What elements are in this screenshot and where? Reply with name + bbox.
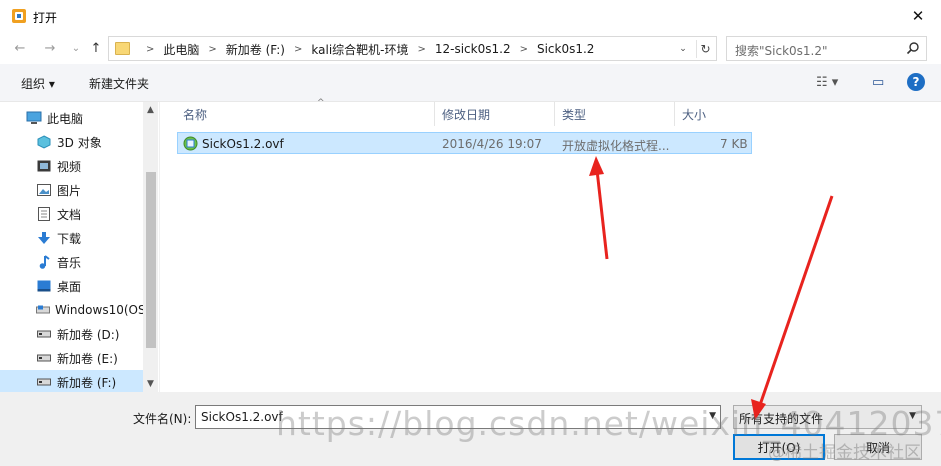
sidebar-item-label: 新加卷 (E:) [57, 351, 118, 366]
breadcrumb-separator: > [146, 43, 155, 55]
sidebar-item-downloads[interactable]: 下载 [0, 226, 143, 250]
breadcrumb-separator: > [417, 43, 426, 55]
sidebar-item-label: 3D 对象 [57, 135, 102, 150]
documents-icon [36, 206, 52, 222]
sidebar-item-documents[interactable]: 文档 [0, 202, 143, 226]
breadcrumb-sick0s-folder[interactable]: 12-sick0s1.2 [435, 42, 511, 56]
file-type: 开放虚拟化格式程... [562, 139, 670, 153]
breadcrumb-current[interactable]: Sick0s1.2 [537, 42, 594, 56]
sidebar-item-label: 下载 [57, 231, 82, 246]
title-bar: 打开 ✕ [0, 0, 941, 32]
recent-locations-button[interactable]: ⌄ [66, 39, 86, 57]
close-button[interactable]: ✕ [895, 0, 941, 32]
view-options-icon[interactable]: ☷ ▾ [816, 75, 838, 90]
help-icon[interactable]: ? [907, 73, 925, 91]
table-row[interactable]: SickOs1.2.ovf 2016/4/26 19:07 开放虚拟化格式程..… [177, 132, 752, 154]
breadcrumb-separator: > [208, 43, 217, 55]
new-folder-button[interactable]: 新建文件夹 [89, 75, 149, 92]
ovf-file-icon [183, 136, 198, 151]
sidebar-item-pictures[interactable]: 图片 [0, 178, 143, 202]
search-input[interactable]: 搜索"Sick0s1.2" [726, 36, 927, 61]
sidebar-item-label: 音乐 [57, 255, 82, 270]
scrollbar-thumb[interactable] [146, 172, 156, 348]
search-placeholder: 搜索"Sick0s1.2" [735, 44, 828, 58]
file-size: 7 KB [720, 137, 748, 151]
sidebar-item-label: 此电脑 [47, 111, 84, 126]
sidebar-item-drive-f[interactable]: 新加卷 (F:) [0, 370, 143, 394]
drive-icon [36, 302, 50, 318]
drive-icon [36, 350, 52, 366]
address-bar[interactable]: > 此电脑 > 新加卷 (F:) > kali综合靶机-环境 > 12-sick… [108, 36, 717, 61]
sidebar-item-label: Windows10(OS [55, 303, 143, 317]
column-header-modified[interactable]: 修改日期 [436, 102, 555, 126]
refresh-button[interactable]: ↻ [696, 40, 714, 58]
sidebar-item-label: 桌面 [57, 279, 82, 294]
sidebar-item-drive-e[interactable]: 新加卷 (E:) [0, 346, 143, 370]
music-icon [36, 254, 52, 270]
sidebar-item-label: 视频 [57, 159, 82, 174]
navigation-pane: 此电脑 3D 对象 视频 图片 文档 下载 音乐 桌面 Windows10(OS… [0, 102, 158, 394]
preview-pane-icon[interactable]: ▭ [872, 75, 884, 90]
sidebar-item-label: 新加卷 (F:) [57, 375, 117, 390]
organize-button[interactable]: 组织 ▾ [21, 75, 55, 92]
watermark-site: @稀土掘金技术社区 [768, 443, 921, 463]
breadcrumb-this-pc[interactable]: 此电脑 [163, 41, 199, 58]
filename-value: SickOs1.2.ovf [201, 410, 283, 424]
breadcrumb-kali-env[interactable]: kali综合靶机-环境 [311, 41, 408, 58]
sidebar-item-label: 图片 [57, 183, 82, 198]
back-button[interactable]: ← [10, 39, 30, 57]
video-icon [36, 158, 52, 174]
sidebar-item-this-pc[interactable]: 此电脑 [0, 106, 143, 130]
3d-objects-icon [36, 134, 52, 150]
column-header-label: 类型 [562, 107, 587, 122]
sidebar-item-windows-os[interactable]: Windows10(OS [0, 298, 143, 322]
column-header-label: 修改日期 [442, 107, 491, 122]
up-button[interactable]: ↑ [86, 39, 106, 57]
column-header-size[interactable]: 大小 [676, 102, 753, 126]
file-list: 名称 ^ 修改日期 类型 大小 SickOs1.2.ovf 2016/4/26 … [159, 98, 941, 392]
scroll-down-icon[interactable]: ▼ [143, 376, 158, 392]
breadcrumb-drive-f[interactable]: 新加卷 (F:) [226, 41, 285, 58]
command-bar: 组织 ▾ 新建文件夹 ☷ ▾ ▭ ? [0, 64, 941, 102]
pc-icon [26, 110, 42, 126]
forward-button[interactable]: → [40, 39, 60, 57]
sidebar-item-3d-objects[interactable]: 3D 对象 [0, 130, 143, 154]
address-history-dropdown[interactable]: ⌄ [675, 41, 691, 57]
column-header-label: 名称 [183, 107, 208, 122]
search-icon[interactable] [906, 41, 920, 55]
drive-icon [36, 374, 52, 390]
file-name: SickOs1.2.ovf [202, 137, 284, 151]
sidebar-item-drive-d[interactable]: 新加卷 (D:) [0, 322, 143, 346]
sidebar-scrollbar[interactable]: ▲ ▼ [143, 102, 158, 392]
downloads-icon [36, 230, 52, 246]
sidebar-item-videos[interactable]: 视频 [0, 154, 143, 178]
breadcrumb-separator: > [519, 43, 528, 55]
sidebar-item-label: 新加卷 (D:) [57, 327, 120, 342]
desktop-icon [36, 278, 52, 294]
sort-caret-icon: ^ [317, 98, 325, 108]
scroll-up-icon[interactable]: ▲ [143, 102, 158, 118]
address-row: ← → ⌄ ↑ > 此电脑 > 新加卷 (F:) > kali综合靶机-环境 >… [0, 32, 941, 64]
column-header-label: 大小 [682, 107, 707, 122]
drive-icon [36, 326, 52, 342]
window-title: 打开 [33, 11, 58, 25]
sidebar-item-label: 文档 [57, 207, 82, 222]
folder-icon [115, 42, 130, 55]
file-modified: 2016/4/26 19:07 [442, 137, 542, 151]
filename-label: 文件名(N): [133, 412, 192, 426]
app-icon [12, 9, 26, 23]
breadcrumb-separator: > [294, 43, 303, 55]
sidebar-item-music[interactable]: 音乐 [0, 250, 143, 274]
pictures-icon [36, 182, 52, 198]
breadcrumb: > 此电脑 > 新加卷 (F:) > kali综合靶机-环境 > 12-sick… [137, 41, 594, 57]
column-header-type[interactable]: 类型 [556, 102, 675, 126]
column-header-name[interactable]: 名称 ^ [177, 98, 435, 126]
sidebar-item-desktop[interactable]: 桌面 [0, 274, 143, 298]
